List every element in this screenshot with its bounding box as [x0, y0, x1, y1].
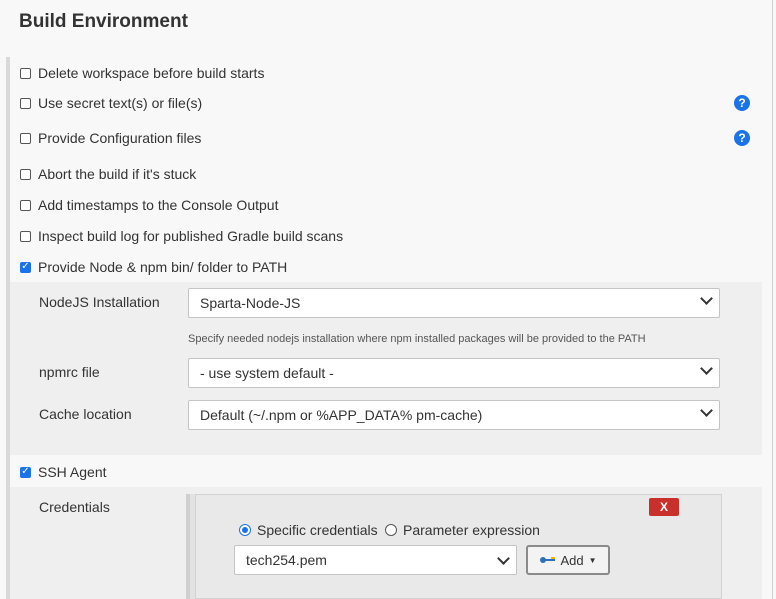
checkbox[interactable] — [20, 67, 31, 79]
cache-location-label: Cache location — [39, 406, 132, 422]
chevron-down-icon — [700, 404, 713, 417]
nodejs-installation-select[interactable]: Sparta-Node-JS — [188, 288, 720, 318]
option-gradle-scans[interactable]: Inspect build log for published Gradle b… — [20, 226, 343, 246]
checkbox[interactable] — [20, 132, 31, 144]
option-label: Add timestamps to the Console Output — [38, 197, 279, 213]
npmrc-select[interactable]: - use system default - — [188, 358, 720, 388]
radio-specific-credentials[interactable]: Specific credentials — [239, 522, 378, 538]
add-label: Add — [560, 552, 584, 568]
radio-button[interactable] — [385, 524, 397, 536]
nodejs-installation-label: NodeJS Installation — [39, 294, 160, 310]
credentials-label: Credentials — [39, 499, 110, 515]
option-label: Provide Node & npm bin/ folder to PATH — [38, 259, 288, 275]
checkbox[interactable] — [20, 261, 31, 273]
chevron-down-icon — [497, 552, 510, 565]
option-abort-stuck[interactable]: Abort the build if it's stuck — [20, 164, 196, 184]
radio-label: Parameter expression — [403, 522, 540, 538]
key-icon — [539, 555, 557, 565]
option-label: Provide Configuration files — [38, 130, 202, 146]
option-delete-workspace[interactable]: Delete workspace before build starts — [20, 63, 264, 83]
checkbox[interactable] — [20, 230, 31, 242]
page-title: Build Environment — [19, 11, 188, 32]
option-config-files[interactable]: Provide Configuration files — [20, 128, 201, 148]
option-label: Delete workspace before build starts — [38, 65, 265, 81]
option-secret-text[interactable]: Use secret text(s) or file(s) — [20, 93, 202, 113]
nodejs-installation-hint: Specify needed nodejs installation where… — [188, 333, 646, 345]
checkbox[interactable] — [20, 466, 31, 478]
caret-down-icon: ▼ — [588, 555, 597, 565]
checkbox[interactable] — [20, 97, 31, 109]
option-label: Use secret text(s) or file(s) — [38, 95, 203, 111]
select-value: tech254.pem — [246, 552, 327, 568]
option-ssh-agent[interactable]: SSH Agent — [20, 462, 107, 482]
radio-parameter-expression[interactable]: Parameter expression — [385, 522, 540, 538]
select-value: Default (~/.npm or %APP_DATA% pm-cache) — [200, 407, 483, 423]
option-label: Abort the build if it's stuck — [38, 166, 197, 182]
cache-location-select[interactable]: Default (~/.npm or %APP_DATA% pm-cache) — [188, 400, 720, 430]
panel-border — [772, 0, 773, 599]
option-timestamps[interactable]: Add timestamps to the Console Output — [20, 195, 278, 215]
option-label: Inspect build log for published Gradle b… — [38, 228, 344, 244]
npmrc-label: npmrc file — [39, 364, 100, 380]
chevron-down-icon — [700, 362, 713, 375]
checkbox[interactable] — [20, 168, 31, 180]
radio-button[interactable] — [239, 524, 251, 536]
question-circle-icon[interactable]: ? — [734, 95, 750, 111]
option-node-path[interactable]: Provide Node & npm bin/ folder to PATH — [20, 257, 287, 277]
option-label: SSH Agent — [38, 464, 107, 480]
checkbox[interactable] — [20, 199, 31, 211]
select-value: Sparta-Node-JS — [200, 295, 301, 311]
delete-button[interactable]: X — [649, 498, 679, 516]
chevron-down-icon — [700, 292, 713, 305]
select-value: - use system default - — [200, 365, 334, 381]
question-circle-icon[interactable]: ? — [734, 130, 750, 146]
add-credentials-button[interactable]: Add ▼ — [526, 545, 610, 575]
credentials-select[interactable]: tech254.pem — [234, 545, 517, 575]
radio-label: Specific credentials — [257, 522, 378, 538]
